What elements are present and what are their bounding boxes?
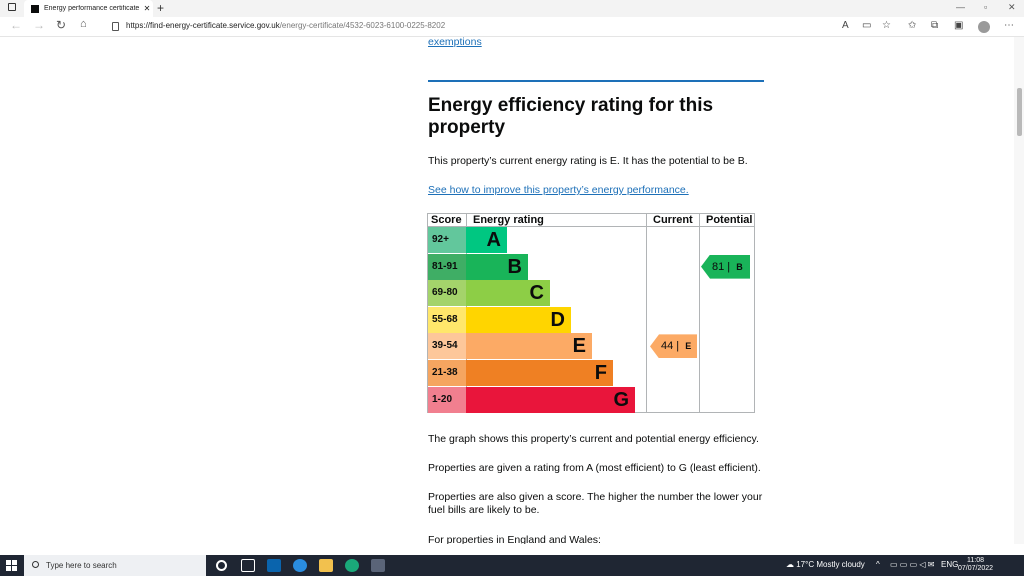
band-letter: E: [572, 335, 586, 358]
exemptions-link[interactable]: exemptions: [428, 37, 482, 48]
band-score-range: 39-54: [428, 333, 466, 360]
rating-band-e: 39-54 E: [428, 333, 754, 360]
search-placeholder: Type here to search: [46, 561, 117, 570]
potential-rating-marker: 81 | B: [701, 254, 750, 279]
file-explorer-icon[interactable]: [319, 559, 333, 572]
clock-date: 07/07/2022: [958, 565, 994, 572]
band-letter: D: [550, 308, 565, 331]
band-letter: B: [507, 255, 522, 278]
gov-favicon-icon: [31, 4, 39, 13]
energy-rating-chart: Score Energy rating Current Potential 92…: [427, 213, 755, 413]
close-window-icon[interactable]: ✕: [1008, 2, 1016, 13]
add-favorite-icon[interactable]: ☆: [882, 20, 891, 31]
taskbar-search[interactable]: Type here to search: [24, 555, 206, 576]
potential-letter: B: [736, 261, 743, 272]
graph-description: The graph shows this property’s current …: [428, 433, 759, 445]
tab-strip: Energy performance certificate ( ✕ + — ▫…: [0, 0, 1024, 17]
more-menu-icon[interactable]: ⋯: [1004, 20, 1014, 31]
forward-icon[interactable]: →: [33, 18, 45, 32]
current-header: Current: [653, 214, 693, 226]
band-letter: C: [529, 282, 544, 305]
rating-scale-description: Properties are given a rating from A (mo…: [428, 462, 761, 474]
url-path: /energy-certificate/4532-6023-6100-0225-…: [279, 21, 446, 30]
band-letter: G: [613, 388, 629, 411]
current-rating-text: This property’s current energy rating is…: [428, 155, 748, 167]
refresh-icon[interactable]: ↻: [56, 18, 66, 32]
workspaces-icon[interactable]: [8, 3, 16, 11]
address-bar[interactable]: https://find-energy-certificate.service.…: [126, 21, 445, 30]
outlook-icon[interactable]: [267, 559, 281, 572]
clock-time: 11:08: [967, 557, 985, 564]
windows-taskbar: Type here to search ☁ 17°C Mostly cloudy…: [0, 555, 1024, 576]
maximize-icon[interactable]: ▫: [984, 2, 987, 12]
band-score-range: 69-80: [428, 280, 466, 307]
cortana-icon[interactable]: [216, 560, 227, 571]
current-rating-marker: 44 | E: [650, 334, 697, 359]
language-indicator[interactable]: ENG: [941, 560, 958, 569]
lock-icon[interactable]: [112, 22, 119, 31]
score-header: Score: [431, 214, 462, 226]
start-button[interactable]: [6, 560, 17, 571]
active-app-icon[interactable]: [371, 559, 385, 572]
band-letter: A: [486, 229, 501, 251]
search-icon: [32, 561, 39, 568]
url-host: https://find-energy-certificate.service.…: [126, 21, 280, 30]
system-tray-icons[interactable]: ▭ ▭ ▭ ◁ ✉: [890, 560, 934, 569]
weather-widget[interactable]: ☁ 17°C Mostly cloudy: [786, 560, 865, 569]
immersive-reader-icon[interactable]: ▭: [862, 20, 871, 31]
current-letter: E: [685, 341, 692, 352]
close-tab-icon[interactable]: ✕: [141, 4, 153, 13]
rating-band-f: 21-38 F: [428, 360, 754, 386]
page-scrollbar[interactable]: [1014, 37, 1024, 544]
minimize-icon[interactable]: —: [956, 2, 965, 12]
page-content: exemptions Energy efficiency rating for …: [0, 37, 1014, 544]
current-score: 44: [661, 340, 674, 353]
tab-title: Energy performance certificate (: [44, 5, 141, 12]
edge-icon[interactable]: [345, 559, 359, 572]
score-description: Properties are also given a score. The h…: [428, 491, 763, 516]
potential-score: 81: [712, 260, 725, 273]
band-bar: E: [466, 333, 592, 360]
band-bar: B: [466, 253, 528, 280]
scrollbar-thumb[interactable]: [1017, 88, 1022, 136]
system-clock[interactable]: 11:08 07/07/2022: [958, 557, 993, 573]
edge-legacy-icon[interactable]: [293, 559, 307, 572]
browser-toolbar: ← → ↻ ⌂ https://find-energy-certificate.…: [0, 17, 1024, 37]
band-score-range: 92+: [428, 227, 466, 253]
tab-energy-certificate[interactable]: Energy performance certificate ( ✕: [24, 0, 153, 17]
collections-icon[interactable]: ⧉: [931, 20, 938, 31]
rating-band-c: 69-80 C: [428, 280, 754, 307]
band-score-range: 81-91: [428, 253, 466, 280]
task-view-icon[interactable]: [241, 559, 255, 572]
band-bar: C: [466, 280, 550, 307]
new-tab-icon[interactable]: +: [157, 1, 164, 15]
improve-performance-link[interactable]: See how to improve this property’s energ…: [428, 184, 689, 197]
back-icon[interactable]: ←: [10, 18, 22, 32]
band-bar: A: [466, 227, 507, 253]
england-wales-text: For properties in England and Wales:: [428, 534, 601, 544]
band-bar: F: [466, 360, 613, 386]
band-score-range: 1-20: [428, 386, 466, 413]
energy-rating-header: Energy rating: [473, 214, 544, 226]
rating-band-d: 55-68 D: [428, 306, 754, 333]
profile-avatar[interactable]: [978, 21, 990, 33]
band-bar: G: [466, 386, 635, 413]
section-divider: [428, 80, 764, 82]
home-icon[interactable]: ⌂: [80, 18, 87, 30]
extensions-icon[interactable]: ▣: [954, 20, 963, 31]
rating-heading: Energy efficiency rating for this proper…: [428, 95, 714, 138]
band-score-range: 21-38: [428, 360, 466, 386]
favorites-icon[interactable]: ✩: [908, 20, 916, 31]
show-hidden-icons-icon[interactable]: ^: [876, 560, 880, 569]
band-score-range: 55-68: [428, 306, 466, 333]
potential-header: Potential: [706, 214, 753, 226]
band-letter: F: [594, 362, 607, 384]
band-bar: D: [466, 306, 571, 333]
rating-band-a: 92+ A: [428, 227, 754, 253]
rating-band-g: 1-20 G: [428, 386, 754, 413]
weather-text: 17°C Mostly cloudy: [796, 560, 865, 569]
read-aloud-icon[interactable]: A: [842, 20, 849, 31]
